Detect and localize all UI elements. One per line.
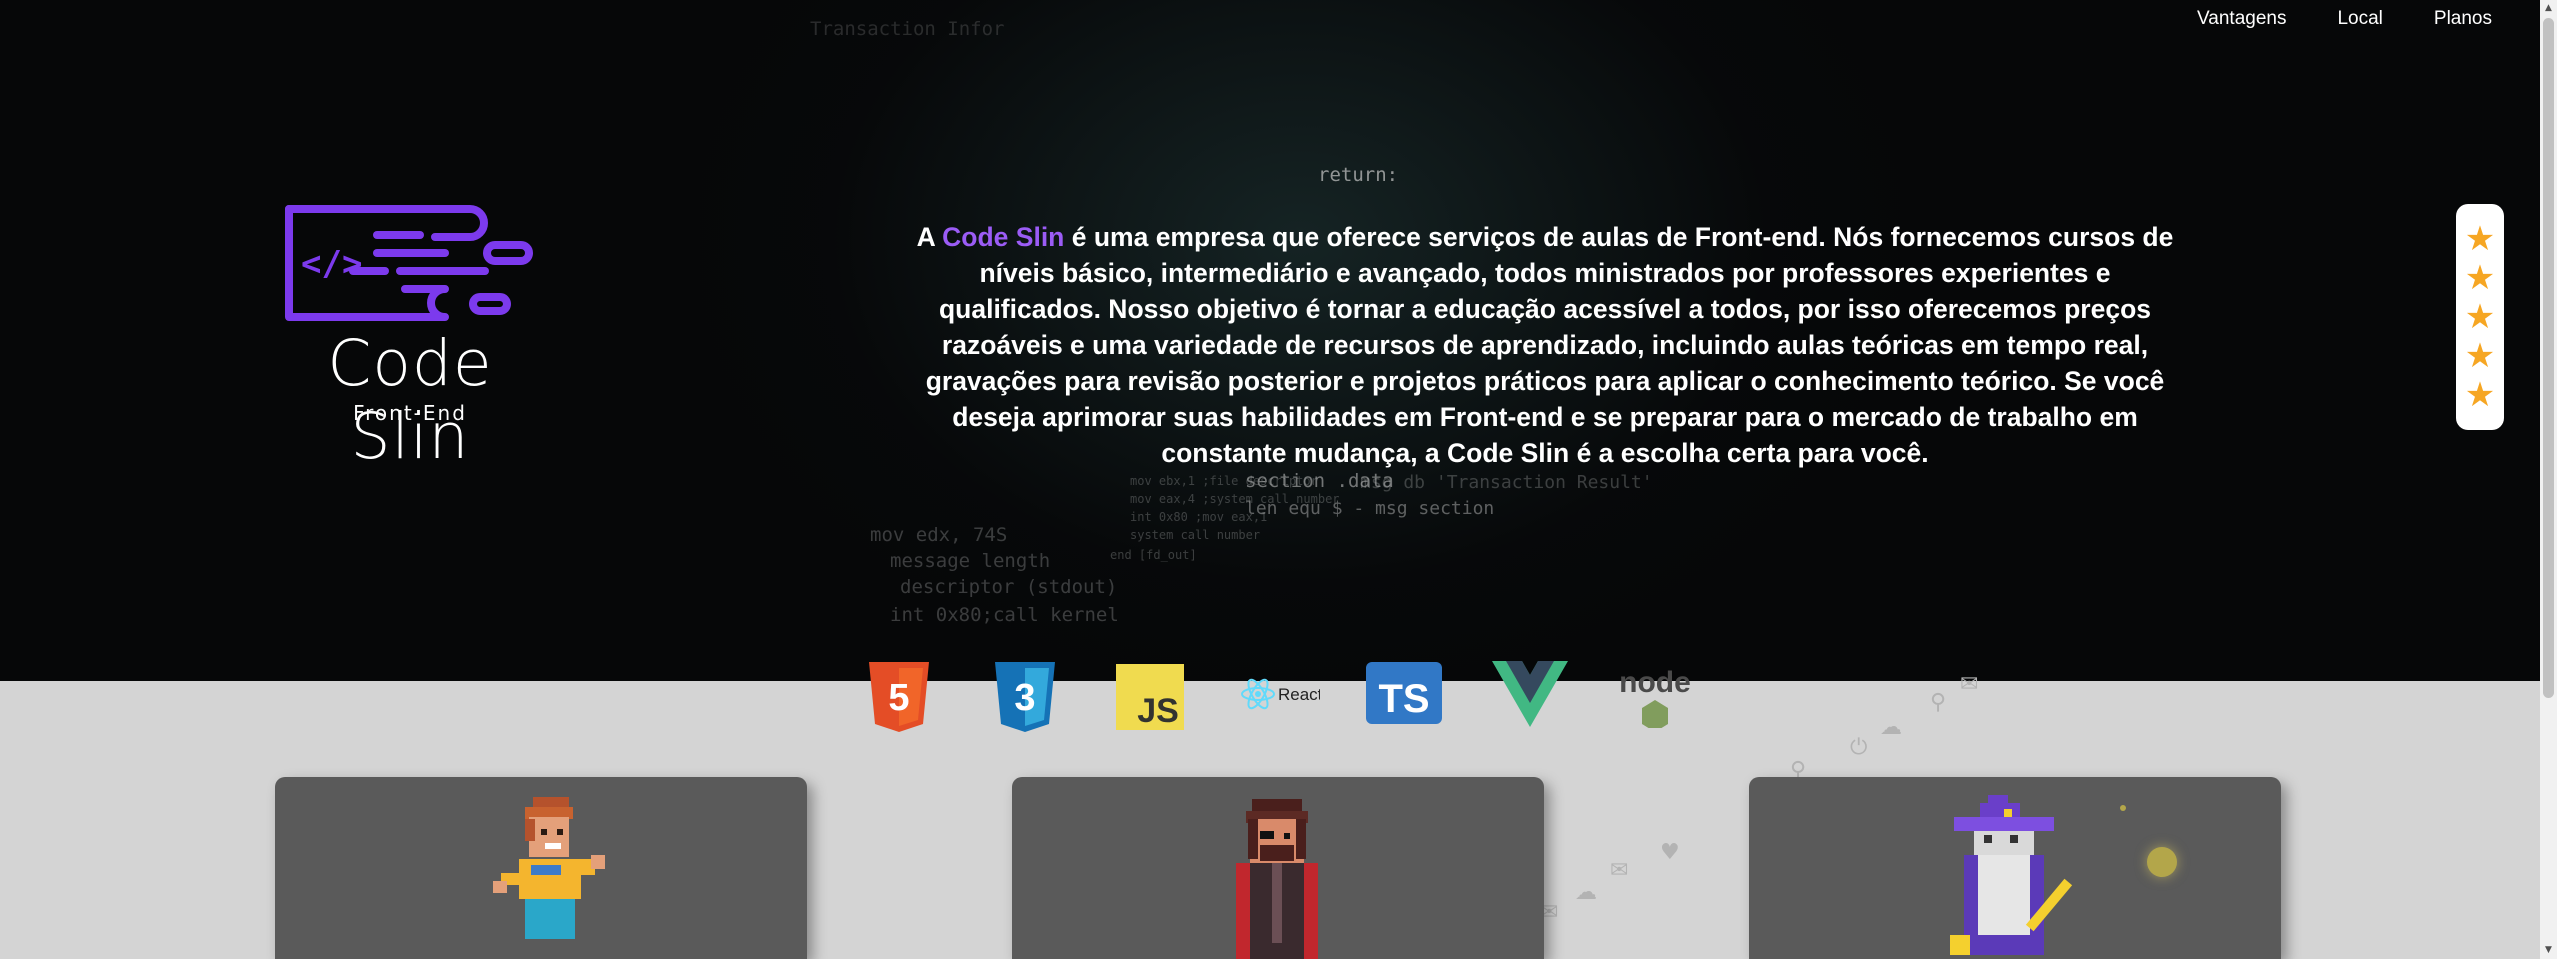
nav-link-vantagens[interactable]: Vantagens [2197,8,2286,30]
bg-code-line: end [fd_out] [1110,548,1197,562]
typescript-icon: TS [1366,662,1442,734]
bg-code-line: Transaction Infor [810,18,1005,40]
svg-text:TS: TS [1378,677,1429,721]
logo-subtitle: Front-End [353,401,467,425]
pixel-caped-man-avatar [1236,799,1318,959]
bg-code-line: system call number [1130,528,1261,542]
star-icon: ★ [2464,296,2496,337]
bg-code-line: descriptor (stdout) [900,576,1118,598]
code-glyph: </> [301,244,362,284]
pixel-wizard-avatar [1950,795,2073,955]
javascript-icon: JS [1116,664,1188,736]
doodle-icon: ♥ [1660,840,1680,865]
html5-icon: 5 [863,660,935,732]
hero-section: return: section .data msg db 'Transactio… [0,0,2540,681]
about-body: é uma empresa que oferece serviços de au… [925,221,2174,468]
plan-card[interactable] [1012,777,1544,959]
main-nav: Vantagens Local Planos [2197,0,2492,38]
doodle-icon: ☁ [1880,715,1902,740]
star-icon: ★ [2464,335,2496,376]
about-brand-name: Code Slin [942,221,1065,252]
svg-text:5: 5 [888,677,909,719]
code-lines-icon: </> [285,205,533,321]
nav-link-planos[interactable]: Planos [2434,8,2492,30]
bg-code-line: return: [1318,164,1399,186]
nav-link-local[interactable]: Local [2337,8,2382,30]
star-icon: ★ [2464,257,2496,298]
bg-code-line: msg db 'Transaction Result' [1360,472,1653,493]
plan-card[interactable] [275,777,807,959]
bg-code-line: message length [890,550,1051,572]
about-paragraph: A Code Slin é uma empresa que oferece se… [900,219,2190,471]
bg-code-line: mov eax,4 ;system call number [1130,492,1340,506]
react-icon: React [1240,664,1323,736]
about-prefix: A [916,221,943,252]
css3-icon: 3 [989,660,1061,732]
bg-code-line: mov edx, 74S [870,524,1008,546]
doodle-icon: ⏻ [1850,735,1868,760]
brand-logo: </> Code Slin Front-End [265,205,555,473]
scrollbar-thumb[interactable] [2543,18,2554,698]
doodle-icon: ⚲ [1930,690,1947,715]
scroll-up-arrow-icon[interactable]: ▲ [2540,0,2557,17]
glow-orb-icon [2120,805,2126,811]
vue-icon [1492,661,1568,733]
doodle-icon: ✉ [1610,858,1629,883]
logo-title: Code Slin [327,327,493,473]
bg-code-line: int 0x80;call kernel [890,604,1119,626]
svg-text:3: 3 [1014,677,1035,719]
page-scrollbar[interactable]: ▲ ▼ [2540,0,2557,959]
pixel-boy-avatar [493,797,605,939]
glow-orb-icon [2147,847,2177,877]
svg-text:JS: JS [1137,692,1179,730]
node-icon: node [1612,662,1698,734]
svg-text:node: node [1619,666,1691,699]
doodle-icon: ☁ [1575,880,1597,905]
svg-text:React: React [1278,685,1320,704]
bg-code-line: int 0x80 ;mov eax,1 [1130,510,1268,524]
star-icon: ★ [2464,218,2496,259]
scroll-down-arrow-icon[interactable]: ▼ [2540,942,2557,959]
star-icon: ★ [2464,374,2496,415]
plan-card[interactable] [1749,777,2281,959]
bg-code-line: mov ebx,1 ;file descriptor [1130,474,1318,488]
rating-card: ★ ★ ★ ★ ★ [2456,204,2504,430]
doodle-icon: ✉ [1960,672,1979,697]
